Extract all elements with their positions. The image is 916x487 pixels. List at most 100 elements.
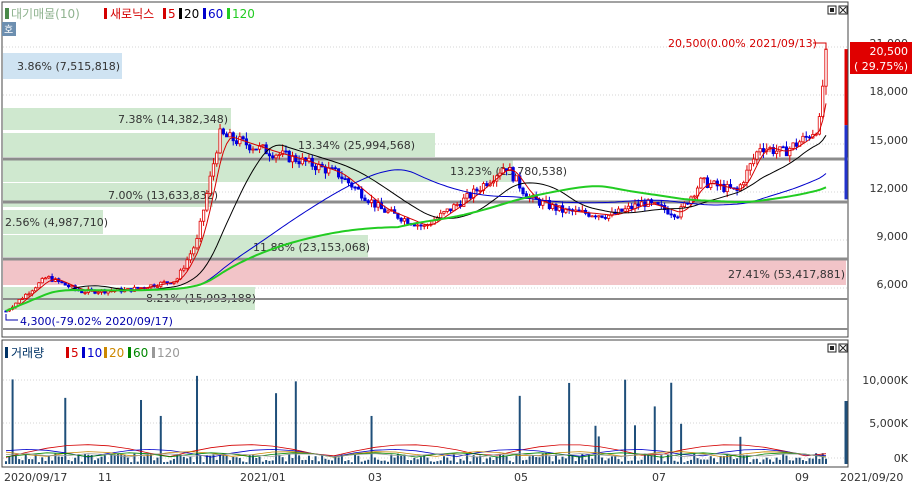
volume-bar <box>47 456 50 464</box>
candle-body <box>43 277 48 280</box>
volume-bar <box>268 460 271 464</box>
volume-bar <box>370 415 373 464</box>
volume-bar <box>657 460 660 464</box>
volume-bar <box>548 456 551 464</box>
volume-bar <box>163 462 166 464</box>
candle-body <box>755 151 759 160</box>
price-axis: 21,000 18,000 15,000 12,000 9,000 6,000 <box>870 37 909 291</box>
legend-vma60[interactable]: 60 <box>133 346 148 360</box>
supply-zone-label: 11.88% (23,153,068) <box>253 241 370 254</box>
volume-bar <box>403 454 406 464</box>
volume-bar <box>363 460 366 464</box>
candle-body <box>587 212 591 217</box>
legend-swatch <box>82 347 85 358</box>
candle-body <box>775 150 779 155</box>
legend-vma20[interactable]: 20 <box>109 346 124 360</box>
volume-bar <box>228 460 231 464</box>
volume-bar <box>818 458 821 464</box>
volume-bar <box>31 459 34 464</box>
legend-ma5[interactable]: 5 <box>168 7 176 21</box>
candle-body <box>761 148 766 153</box>
candle-body <box>669 213 673 216</box>
legend-ma120[interactable]: 120 <box>232 7 255 21</box>
candle-body <box>165 281 169 284</box>
volume-bar <box>136 461 139 464</box>
candle-body <box>297 161 301 165</box>
legend-volume[interactable]: 거래량 <box>11 346 44 360</box>
candle-body <box>448 208 453 212</box>
volume-bar <box>97 458 100 464</box>
candle-body <box>442 211 446 214</box>
supply-zone-label: 27.41% (53,417,881) <box>728 268 845 281</box>
last-price-value: 20,500 <box>870 45 909 58</box>
candle-body <box>682 202 686 208</box>
volume-bar <box>57 456 60 464</box>
volume-bar <box>666 454 669 464</box>
volume-bar <box>337 457 340 464</box>
legend-swatch <box>5 347 8 358</box>
volume-bar <box>805 461 808 464</box>
candle-body <box>593 215 598 218</box>
legend-vma120[interactable]: 120 <box>157 346 180 360</box>
candle-body <box>267 153 272 157</box>
volume-bar <box>614 456 617 464</box>
volume-bar <box>314 456 317 464</box>
volume-bar <box>166 461 169 464</box>
volume-bar <box>627 460 630 464</box>
candle-body <box>251 148 255 151</box>
candle-body <box>653 202 657 204</box>
x-axis: 2020/09/17 11 2021/01 03 05 07 09 2021/0… <box>4 471 903 484</box>
legend-swatch <box>104 347 107 358</box>
x-tick-label: 2021/01 <box>240 471 286 484</box>
legend-swatch <box>104 8 107 19</box>
volume-bar <box>637 460 640 464</box>
volume-bar <box>732 459 735 464</box>
supply-zone-label: 13.34% (25,994,568) <box>298 139 415 152</box>
y-tick-label: 18,000 <box>870 85 909 98</box>
candle-body <box>363 197 367 202</box>
volume-bar <box>212 454 215 464</box>
volume-bar <box>650 455 653 464</box>
volume-bar <box>782 453 785 464</box>
volume-bar <box>755 458 758 464</box>
volume-bar <box>169 460 172 464</box>
volume-bar <box>469 461 472 464</box>
x-tick-label: 03 <box>368 471 382 484</box>
volume-bar <box>607 458 610 464</box>
legend-vma10[interactable]: 10 <box>87 346 102 360</box>
candle-body <box>402 218 407 222</box>
volume-bar <box>772 461 775 464</box>
volume-bar <box>759 462 762 464</box>
candle-body <box>590 215 594 218</box>
volume-bar <box>713 458 716 464</box>
candle-body <box>192 247 196 255</box>
candle-body <box>751 158 756 165</box>
legend-ma20[interactable]: 20 <box>184 7 199 21</box>
candle-body <box>346 178 351 184</box>
volume-tick-label: 10,000K <box>862 374 908 387</box>
candle-body <box>600 215 604 218</box>
candle-body <box>465 193 469 199</box>
volume-bar <box>696 458 699 464</box>
volume-bar <box>673 460 676 464</box>
volume-bar <box>785 455 788 464</box>
volume-bar <box>298 455 301 464</box>
legend-ma60[interactable]: 60 <box>208 7 223 21</box>
legend-swatch <box>66 347 69 358</box>
supply-zone-label: 2.56% (4,987,710) <box>5 216 108 229</box>
candle-body <box>360 188 364 199</box>
legend-indicator[interactable]: 대기매물(10) <box>11 7 80 21</box>
legend-stock-name[interactable]: 새로닉스 <box>110 7 154 21</box>
volume-bar <box>18 459 21 464</box>
volume-bar <box>199 455 202 464</box>
legend-vma5[interactable]: 5 <box>71 346 79 360</box>
candle-body <box>692 195 696 198</box>
candle-body <box>646 199 650 207</box>
legend-swatch <box>128 347 131 358</box>
volume-bar <box>604 460 607 464</box>
volume-bar <box>689 459 692 464</box>
volume-bar <box>317 461 320 464</box>
volume-bar <box>281 457 284 464</box>
candle-body <box>801 135 805 143</box>
volume-axis: 10,000K 5,000K 0K <box>862 374 908 465</box>
